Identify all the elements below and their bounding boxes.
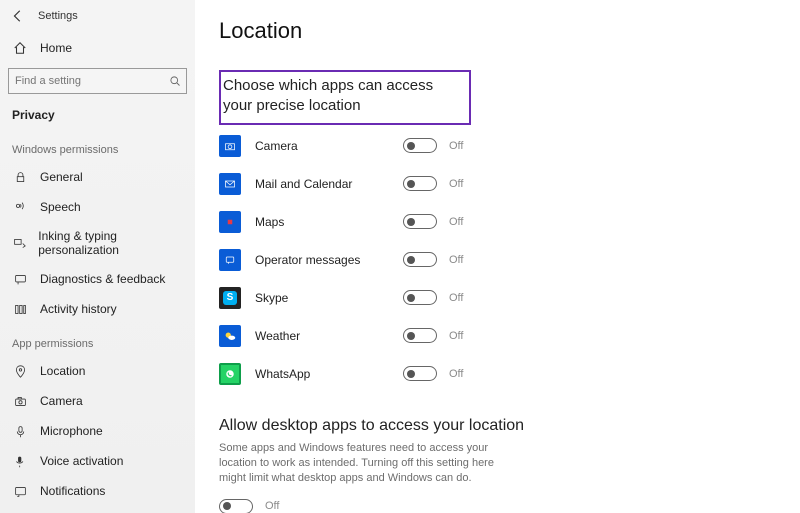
search-input[interactable]: [8, 68, 187, 94]
sidebar: Settings Home Privacy Windows permission…: [0, 0, 195, 513]
toggle-camera[interactable]: [403, 138, 437, 153]
app-name-label: Weather: [255, 329, 403, 343]
sidebar-item-home[interactable]: Home: [0, 34, 195, 62]
toggle-state-label: Off: [449, 368, 463, 380]
operator-app-icon: [219, 249, 241, 271]
speech-icon: [12, 199, 28, 215]
sidebar-item-label: Speech: [40, 200, 81, 214]
home-icon: [12, 40, 28, 56]
sidebar-item-label: Microphone: [40, 424, 103, 438]
toggle-whatsapp[interactable]: [403, 366, 437, 381]
search-wrap: [8, 68, 187, 94]
toggle-operator[interactable]: [403, 252, 437, 267]
toggle-state-label: Off: [449, 330, 463, 342]
notifications-icon: [12, 483, 28, 499]
microphone-icon: [12, 423, 28, 439]
sidebar-item-label: Camera: [40, 394, 83, 408]
camera-icon: [12, 393, 28, 409]
mail-app-icon: [219, 173, 241, 195]
app-row-maps: Maps Off: [219, 205, 776, 239]
app-name-label: Skype: [255, 291, 403, 305]
toggle-state-label: Off: [449, 178, 463, 190]
sidebar-group-app-permissions: App permissions: [0, 324, 195, 356]
inking-icon: [12, 235, 26, 251]
app-title: Settings: [38, 10, 78, 22]
app-row-skype: S Skype Off: [219, 281, 776, 315]
whatsapp-app-icon: [219, 363, 241, 385]
content: Location Choose which apps can access yo…: [195, 0, 800, 513]
toggle-state-label: Off: [449, 292, 463, 304]
toggle-state-label: Off: [265, 500, 279, 512]
app-row-operator: Operator messages Off: [219, 243, 776, 277]
section-heading-desktop-apps: Allow desktop apps to access your locati…: [219, 417, 776, 435]
skype-app-icon: S: [219, 287, 241, 309]
app-row-whatsapp: WhatsApp Off: [219, 357, 776, 391]
toggle-state-label: Off: [449, 216, 463, 228]
sidebar-item-general[interactable]: General: [0, 162, 195, 192]
sidebar-item-label: General: [40, 170, 83, 184]
maps-app-icon: [219, 211, 241, 233]
sidebar-item-microphone[interactable]: Microphone: [0, 416, 195, 446]
toggle-weather[interactable]: [403, 328, 437, 343]
sidebar-item-activity-history[interactable]: Activity history: [0, 294, 195, 324]
location-icon: [12, 363, 28, 379]
sidebar-item-label: Notifications: [40, 484, 105, 498]
sidebar-item-speech[interactable]: Speech: [0, 192, 195, 222]
toggle-state-label: Off: [449, 254, 463, 266]
camera-app-icon: [219, 135, 241, 157]
app-name-label: Operator messages: [255, 253, 403, 267]
back-icon[interactable]: [10, 8, 26, 24]
page-title: Location: [219, 18, 776, 44]
sidebar-group-windows-permissions: Windows permissions: [0, 130, 195, 162]
toggle-state-label: Off: [449, 140, 463, 152]
sidebar-item-voice-activation[interactable]: Voice activation: [0, 446, 195, 476]
app-name-label: Camera: [255, 139, 403, 153]
toggle-skype[interactable]: [403, 290, 437, 305]
feedback-icon: [12, 271, 28, 287]
activity-icon: [12, 301, 28, 317]
app-row-mail: Mail and Calendar Off: [219, 167, 776, 201]
sidebar-header: Settings: [0, 6, 195, 30]
sidebar-item-label: Home: [40, 41, 72, 55]
sidebar-item-label: Location: [40, 364, 85, 378]
sidebar-item-label: Voice activation: [40, 454, 123, 468]
toggle-desktop-apps[interactable]: [219, 499, 253, 513]
app-row-weather: Weather Off: [219, 319, 776, 353]
app-name-label: WhatsApp: [255, 367, 403, 381]
sidebar-item-location[interactable]: Location: [0, 356, 195, 386]
app-name-label: Maps: [255, 215, 403, 229]
section-heading-precise-location: Choose which apps can access your precis…: [219, 70, 471, 125]
sidebar-item-notifications[interactable]: Notifications: [0, 476, 195, 506]
app-row-camera: Camera Off: [219, 129, 776, 163]
sidebar-item-label: Inking & typing personalization: [38, 229, 183, 257]
voice-icon: [12, 453, 28, 469]
sidebar-item-label: Activity history: [40, 302, 117, 316]
toggle-maps[interactable]: [403, 214, 437, 229]
section-desc-desktop-apps: Some apps and Windows features need to a…: [219, 441, 499, 487]
toggle-mail[interactable]: [403, 176, 437, 191]
sidebar-item-inking[interactable]: Inking & typing personalization: [0, 222, 195, 264]
app-name-label: Mail and Calendar: [255, 177, 403, 191]
sidebar-item-diagnostics[interactable]: Diagnostics & feedback: [0, 264, 195, 294]
lock-icon: [12, 169, 28, 185]
weather-app-icon: [219, 325, 241, 347]
sidebar-item-camera[interactable]: Camera: [0, 386, 195, 416]
sidebar-item-label: Diagnostics & feedback: [40, 272, 165, 286]
sidebar-category-privacy[interactable]: Privacy: [0, 100, 195, 130]
